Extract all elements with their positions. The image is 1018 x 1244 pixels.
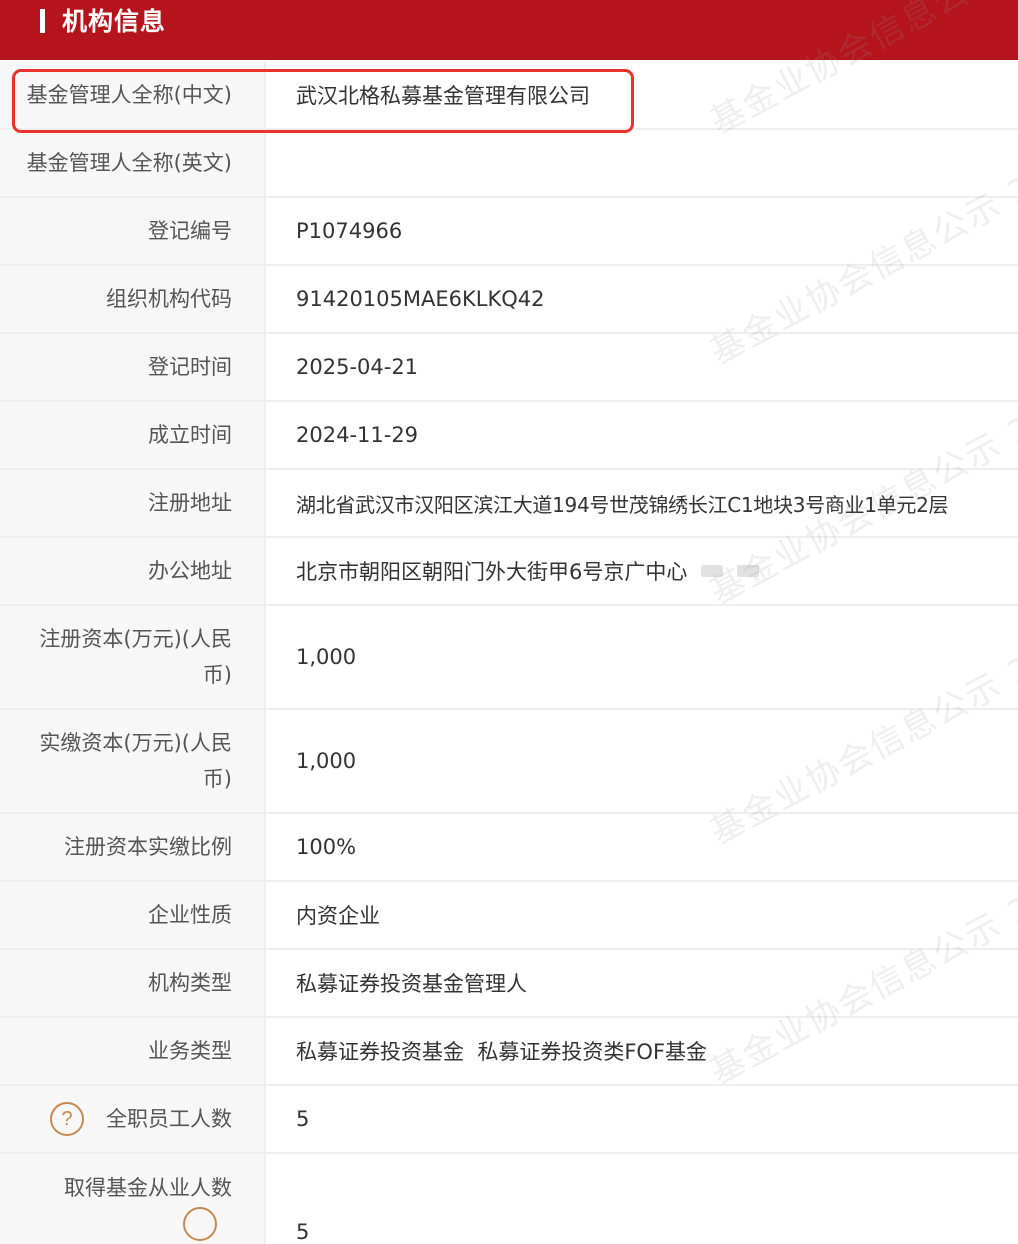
row-value: 5 — [296, 1220, 310, 1244]
table-row: 办公地址 北京市朝阳区朝阳门外大街甲6号京广中心 — [0, 538, 1018, 606]
row-value: 2024-11-29 — [296, 423, 419, 447]
office-address-text: 北京市朝阳区朝阳门外大街甲6号京广中心 — [296, 560, 688, 584]
question-circle-icon[interactable] — [183, 1207, 217, 1241]
table-row: 注册资本(万元)(人民币) 1,000 — [0, 606, 1018, 710]
row-label: 组织机构代码 — [0, 266, 266, 332]
row-value: 武汉北格私募基金管理有限公司 — [296, 84, 590, 108]
row-value: 91420105MAE6KLKQ42 — [296, 287, 545, 311]
row-value: 100% — [296, 835, 357, 859]
table-row: 登记时间 2025-04-21 — [0, 334, 1018, 402]
section-header: 机构信息 — [0, 0, 1018, 60]
table-row: 成立时间 2024-11-29 — [0, 402, 1018, 470]
row-value: 湖北省武汉市汉阳区滨江大道194号世茂锦绣长江C1地块3号商业1单元2层 — [296, 492, 949, 517]
info-table: 基金管理人全称(中文) 武汉北格私募基金管理有限公司 基金管理人全称(英文) 登… — [0, 62, 1018, 1244]
row-value: 私募证券投资基金 私募证券投资类FOF基金 — [296, 1040, 708, 1064]
row-label: 基金管理人全称(中文) — [0, 62, 266, 128]
row-value: 私募证券投资基金管理人 — [296, 972, 527, 996]
table-row: 基金管理人全称(中文) 武汉北格私募基金管理有限公司 — [0, 62, 1018, 130]
row-value: 内资企业 — [296, 904, 380, 928]
table-row: 基金管理人全称(英文) — [0, 130, 1018, 198]
row-value: P1074966 — [296, 219, 403, 243]
row-label: 企业性质 — [0, 882, 266, 948]
table-row: 注册地址 湖北省武汉市汉阳区滨江大道194号世茂锦绣长江C1地块3号商业1单元2… — [0, 470, 1018, 538]
row-label: 注册资本(万元)(人民币) — [0, 606, 266, 708]
row-value — [266, 130, 1018, 196]
row-label: 取得基金从业人数 — [0, 1154, 266, 1244]
row-label: 实缴资本(万元)(人民币) — [0, 710, 266, 812]
row-label: 机构类型 — [0, 950, 266, 1016]
row-value: 2025-04-21 — [296, 355, 419, 379]
row-label: 登记编号 — [0, 198, 266, 264]
row-label: 基金管理人全称(英文) — [0, 130, 266, 196]
row-value: 1,000 — [296, 645, 357, 669]
table-row: 企业性质 内资企业 — [0, 882, 1018, 950]
row-label: 成立时间 — [0, 402, 266, 468]
row-label: 登记时间 — [0, 334, 266, 400]
row-value: 5 — [296, 1107, 310, 1131]
row-label: ? 全职员工人数 — [0, 1086, 266, 1152]
table-row: 实缴资本(万元)(人民币) 1,000 — [0, 710, 1018, 814]
table-row: 取得基金从业人数 5 — [0, 1154, 1018, 1244]
table-row: ? 全职员工人数 5 — [0, 1086, 1018, 1154]
table-row: 组织机构代码 91420105MAE6KLKQ42 — [0, 266, 1018, 334]
row-label: 注册地址 — [0, 470, 266, 536]
redacted-patch — [701, 565, 724, 577]
row-value: 北京市朝阳区朝阳门外大街甲6号京广中心 — [266, 538, 1018, 604]
table-row: 业务类型 私募证券投资基金 私募证券投资类FOF基金 — [0, 1018, 1018, 1086]
section-title: 机构信息 — [62, 7, 167, 36]
table-row: 注册资本实缴比例 100% — [0, 814, 1018, 882]
table-row: 登记编号 P1074966 — [0, 198, 1018, 266]
row-label: 注册资本实缴比例 — [0, 814, 266, 880]
header-accent-bar — [40, 9, 45, 33]
redacted-patch — [737, 565, 760, 577]
row-value: 1,000 — [296, 749, 357, 773]
row-label: 办公地址 — [0, 538, 266, 604]
table-row: 机构类型 私募证券投资基金管理人 — [0, 950, 1018, 1018]
row-label: 业务类型 — [0, 1018, 266, 1084]
question-circle-icon[interactable]: ? — [50, 1102, 84, 1136]
